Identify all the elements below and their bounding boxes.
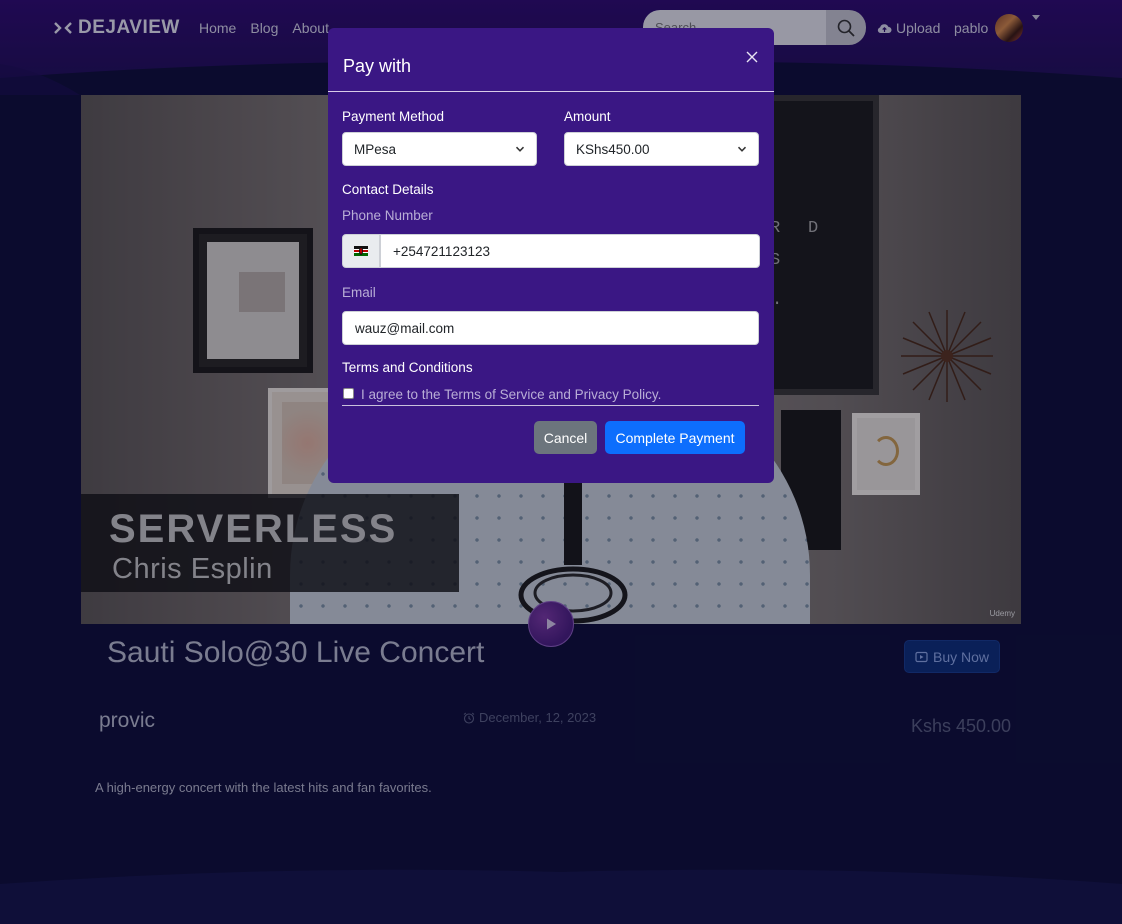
terms-checkbox[interactable] <box>343 388 354 399</box>
amount-label: Amount <box>564 109 611 124</box>
amount-select[interactable]: KShs450.00 <box>564 132 759 166</box>
payment-method-value: MPesa <box>354 141 397 157</box>
contact-details-label: Contact Details <box>342 182 434 197</box>
complete-payment-button[interactable]: Complete Payment <box>605 421 745 454</box>
country-code-selector[interactable] <box>342 234 380 268</box>
terms-text[interactable]: I agree to the Terms of Service and Priv… <box>361 387 661 402</box>
close-icon[interactable] <box>745 50 759 64</box>
phone-number-label: Phone Number <box>342 208 433 223</box>
email-label: Email <box>342 285 376 300</box>
payment-method-select[interactable]: MPesa <box>342 132 537 166</box>
payment-method-label: Payment Method <box>342 109 445 124</box>
divider <box>342 405 759 406</box>
modal-title: Pay with <box>343 56 412 76</box>
cancel-button[interactable]: Cancel <box>534 421 597 454</box>
email-value: wauz@mail.com <box>355 320 455 336</box>
chevron-down-icon <box>737 146 747 152</box>
terms-heading: Terms and Conditions <box>342 360 473 375</box>
phone-number-value: +254721123123 <box>393 243 490 259</box>
complete-payment-label: Complete Payment <box>615 429 735 446</box>
cancel-label: Cancel <box>543 429 588 446</box>
chevron-down-icon <box>515 146 525 152</box>
amount-value: KShs450.00 <box>576 141 650 157</box>
kenya-flag-icon <box>354 246 368 256</box>
payment-modal: Pay with Payment Method MPesa Amount KSh… <box>328 28 774 483</box>
modal-header: Pay with <box>328 28 774 92</box>
phone-number-field[interactable]: +254721123123 <box>380 234 760 268</box>
email-field[interactable]: wauz@mail.com <box>342 311 759 345</box>
